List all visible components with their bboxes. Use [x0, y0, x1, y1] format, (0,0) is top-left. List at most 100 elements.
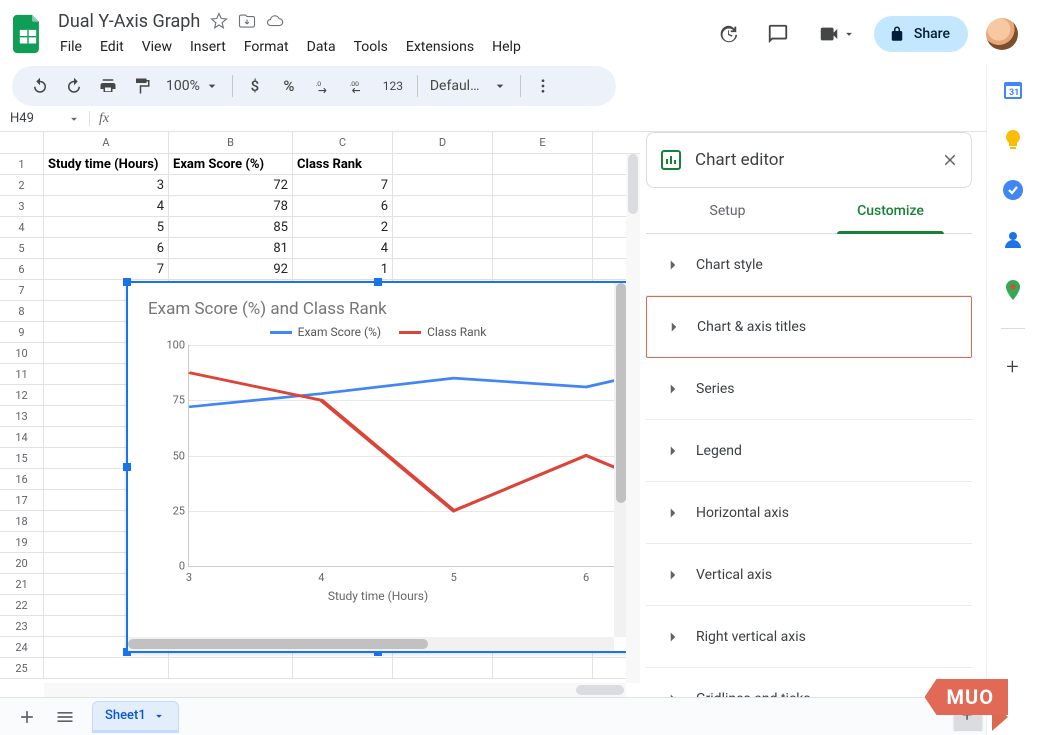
row-header[interactable]: 16: [0, 469, 44, 490]
row-header[interactable]: 1: [0, 154, 44, 175]
menu-file[interactable]: File: [52, 35, 90, 59]
doc-title[interactable]: Dual Y-Axis Graph: [52, 11, 200, 32]
cell[interactable]: 2: [293, 217, 393, 238]
column-header[interactable]: E: [493, 132, 593, 153]
row-header[interactable]: 6: [0, 259, 44, 280]
meet-button[interactable]: [808, 17, 864, 51]
section-vertical-axis[interactable]: Vertical axis: [646, 544, 972, 606]
undo-button[interactable]: [24, 70, 56, 102]
cell[interactable]: 85: [169, 217, 293, 238]
column-header[interactable]: A: [44, 132, 169, 153]
row-header[interactable]: 10: [0, 343, 44, 364]
sheet-vertical-scrollbar[interactable]: [626, 154, 640, 683]
paint-format-button[interactable]: [126, 70, 158, 102]
section-gridlines-ticks[interactable]: Gridlines and ticks: [646, 668, 972, 697]
comments-icon[interactable]: [758, 14, 798, 54]
cell[interactable]: [493, 658, 593, 679]
move-icon[interactable]: [238, 12, 256, 30]
column-header[interactable]: D: [393, 132, 493, 153]
font-select[interactable]: Defaul…: [424, 78, 514, 94]
cell[interactable]: 7: [44, 259, 169, 280]
menu-format[interactable]: Format: [236, 35, 297, 59]
tab-setup[interactable]: Setup: [646, 188, 809, 233]
menu-extensions[interactable]: Extensions: [398, 35, 482, 59]
section-chart-axis-titles[interactable]: Chart & axis titles: [646, 296, 972, 358]
cell[interactable]: Study time (Hours): [44, 154, 169, 175]
contacts-icon[interactable]: [1001, 228, 1025, 252]
cell[interactable]: 72: [169, 175, 293, 196]
row-header[interactable]: 20: [0, 553, 44, 574]
menu-tools[interactable]: Tools: [346, 35, 396, 59]
cell[interactable]: [169, 658, 293, 679]
menu-view[interactable]: View: [134, 35, 180, 59]
row-header[interactable]: 7: [0, 280, 44, 301]
redo-button[interactable]: [58, 70, 90, 102]
row-header[interactable]: 21: [0, 574, 44, 595]
select-all-corner[interactable]: [0, 132, 44, 153]
currency-button[interactable]: $: [239, 70, 271, 102]
cell[interactable]: [293, 658, 393, 679]
row-header[interactable]: 2: [0, 175, 44, 196]
cell[interactable]: Exam Score (%): [169, 154, 293, 175]
all-sheets-button[interactable]: [48, 702, 82, 732]
row-header[interactable]: 5: [0, 238, 44, 259]
row-header[interactable]: 14: [0, 427, 44, 448]
row-header[interactable]: 13: [0, 406, 44, 427]
increase-decimal-button[interactable]: .00: [341, 70, 373, 102]
cell[interactable]: [393, 154, 493, 175]
more-button[interactable]: [527, 70, 559, 102]
account-avatar[interactable]: [986, 18, 1018, 50]
menu-insert[interactable]: Insert: [182, 35, 234, 59]
menu-edit[interactable]: Edit: [92, 35, 132, 59]
cell[interactable]: 81: [169, 238, 293, 259]
zoom-select[interactable]: 100%: [160, 78, 226, 94]
row-header[interactable]: 23: [0, 616, 44, 637]
embedded-chart[interactable]: Exam Score (%) and Class Rank Exam Score…: [126, 281, 630, 653]
tab-customize[interactable]: Customize: [809, 188, 972, 233]
cell[interactable]: 5: [44, 217, 169, 238]
chart-horizontal-scrollbar[interactable]: [128, 637, 614, 651]
spreadsheet-grid[interactable]: A B C D E 123456789101112131415161718192…: [0, 132, 640, 697]
sheet-horizontal-scrollbar[interactable]: [44, 683, 626, 697]
cell[interactable]: 4: [44, 196, 169, 217]
row-header[interactable]: 18: [0, 511, 44, 532]
calendar-icon[interactable]: 31: [1001, 78, 1025, 102]
row-header[interactable]: 9: [0, 322, 44, 343]
add-sheet-button[interactable]: [10, 702, 44, 732]
row-header[interactable]: 15: [0, 448, 44, 469]
percent-button[interactable]: %: [273, 70, 305, 102]
row-header[interactable]: 17: [0, 490, 44, 511]
maps-icon[interactable]: [1001, 278, 1025, 302]
cell[interactable]: 6: [293, 196, 393, 217]
cloud-status-icon[interactable]: [266, 12, 284, 30]
cell[interactable]: 92: [169, 259, 293, 280]
section-right-vertical-axis[interactable]: Right vertical axis: [646, 606, 972, 668]
cell[interactable]: [44, 658, 169, 679]
row-header[interactable]: 11: [0, 364, 44, 385]
row-header[interactable]: 3: [0, 196, 44, 217]
history-icon[interactable]: [708, 14, 748, 54]
add-on-plus-button[interactable]: +: [1001, 355, 1025, 379]
cell[interactable]: 6: [44, 238, 169, 259]
row-header[interactable]: 24: [0, 637, 44, 658]
column-header[interactable]: B: [169, 132, 293, 153]
cell[interactable]: [493, 154, 593, 175]
decrease-decimal-button[interactable]: .0: [307, 70, 339, 102]
cell[interactable]: 4: [293, 238, 393, 259]
section-chart-style[interactable]: Chart style: [646, 234, 972, 296]
share-button[interactable]: Share: [874, 16, 968, 52]
section-legend[interactable]: Legend: [646, 420, 972, 482]
row-header[interactable]: 8: [0, 301, 44, 322]
tasks-icon[interactable]: [1001, 178, 1025, 202]
column-header[interactable]: C: [293, 132, 393, 153]
close-icon[interactable]: [941, 151, 959, 169]
cell[interactable]: 3: [44, 175, 169, 196]
name-box[interactable]: H49: [0, 111, 90, 126]
print-button[interactable]: [92, 70, 124, 102]
menu-help[interactable]: Help: [484, 35, 529, 59]
section-series[interactable]: Series: [646, 358, 972, 420]
cell[interactable]: 78: [169, 196, 293, 217]
section-horizontal-axis[interactable]: Horizontal axis: [646, 482, 972, 544]
keep-icon[interactable]: [1001, 128, 1025, 152]
menu-data[interactable]: Data: [299, 35, 344, 59]
